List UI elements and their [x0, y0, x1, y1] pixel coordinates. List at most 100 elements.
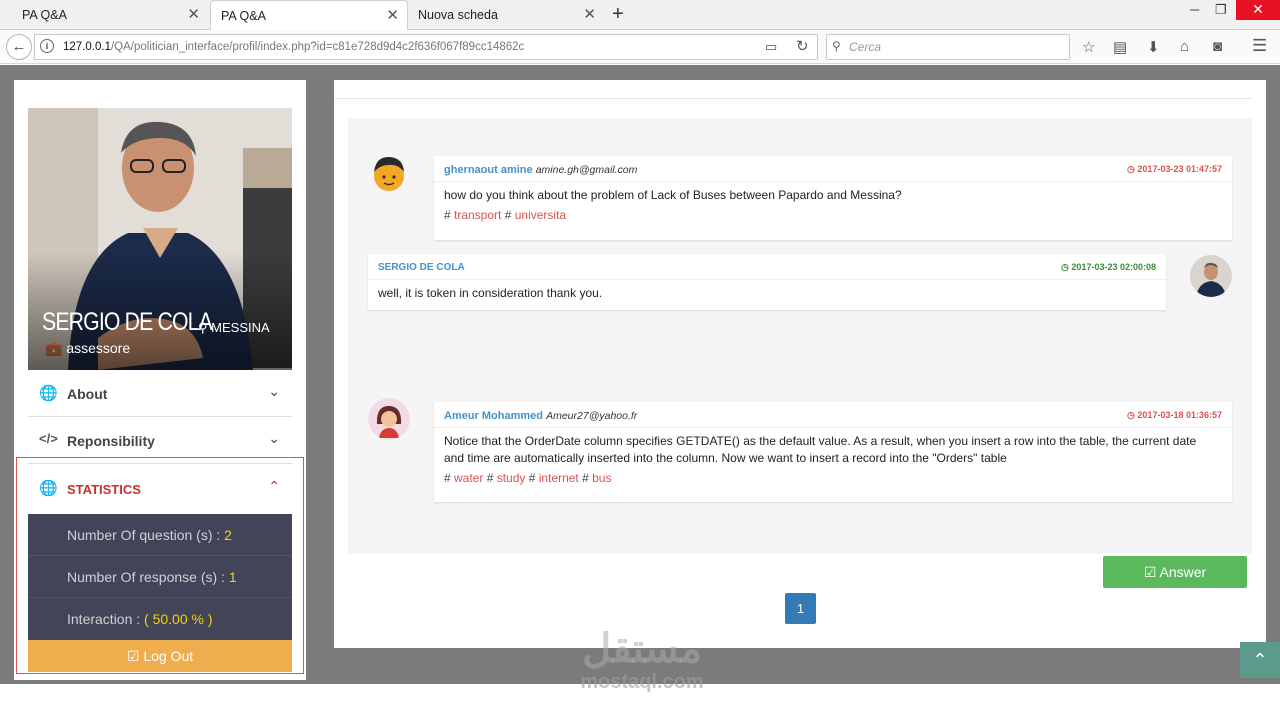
stat-interaction: Interaction : ( 50.00 % ) — [28, 598, 292, 640]
tag-link[interactable]: study — [497, 471, 526, 485]
tag-link[interactable]: universita — [515, 208, 566, 222]
accordion-about-label: About — [67, 386, 108, 402]
stat-responses-value: 1 — [228, 569, 237, 585]
reload-icon[interactable]: ↻ — [796, 37, 809, 55]
profile-role-text: assessore — [66, 340, 131, 356]
search-icon: ⚲ — [832, 39, 841, 53]
check-square-icon: ☑ — [126, 648, 140, 664]
browser-tab-1[interactable]: PA Q&A ✕ — [12, 0, 208, 30]
question-text: Notice that the OrderDate column specifi… — [444, 434, 1197, 465]
watermark-arabic: مستقل — [582, 627, 702, 671]
divider — [434, 427, 1232, 428]
answer-label: Answer — [1159, 564, 1207, 580]
tab-strip: PA Q&A ✕ PA Q&A ✕ Nuova scheda ✕ + ─ ❐ ✕ — [0, 0, 1280, 30]
question-author: ghernaout amine amine.gh@gmail.com — [444, 164, 637, 176]
question-timestamp: ◷ 2017-03-18 01:36:57 — [1127, 410, 1222, 421]
author-email: amine.gh@gmail.com — [535, 164, 638, 176]
divider — [334, 98, 1252, 99]
library-icon[interactable]: ▤ — [1113, 38, 1127, 56]
bookmark-star-icon[interactable]: ☆ — [1082, 38, 1095, 56]
question-text: how do you think about the problem of La… — [444, 188, 902, 202]
chevron-down-icon: ⌄ — [268, 383, 280, 399]
divider — [368, 279, 1166, 280]
profile-role: 💼 assessore — [45, 340, 130, 357]
tab-close-icon[interactable]: ✕ — [187, 0, 200, 30]
home-icon[interactable]: ⌂ — [1180, 38, 1189, 55]
stat-questions-label: Number Of question (s) : — [67, 527, 225, 543]
info-icon[interactable]: i — [40, 39, 54, 53]
url-bar[interactable]: 127.0.0.1/QA/politician_interface/profil… — [34, 34, 818, 60]
reader-view-icon[interactable]: ▭ — [765, 39, 777, 55]
conversation-well: ghernaout amine amine.gh@gmail.com ◷ 201… — [348, 118, 1252, 588]
stat-interaction-value: ( 50.00 % ) — [144, 611, 213, 627]
avatar-icon — [368, 398, 410, 440]
stat-questions: Number Of question (s) : 2 — [28, 514, 292, 556]
check-square-icon: ☑ — [1143, 564, 1157, 580]
search-input[interactable]: Cerca — [826, 34, 1070, 60]
user-avatar-female — [368, 398, 410, 440]
author-email: Ameur27@yahoo.fr — [546, 410, 638, 422]
stat-questions-value: 2 — [224, 527, 232, 543]
download-icon[interactable]: ⬇ — [1147, 38, 1160, 56]
menu-icon[interactable]: ☰ — [1252, 36, 1267, 56]
accordion-responsibility-label: Reponsibility — [67, 433, 155, 449]
profile-name: SERGIO DE COLA — [42, 308, 213, 336]
browser-tab-3[interactable]: Nuova scheda ✕ — [408, 0, 604, 30]
pagination-page[interactable]: 1 — [785, 593, 816, 624]
tab-close-icon[interactable]: ✕ — [386, 1, 399, 31]
avatar-icon — [374, 156, 404, 191]
code-icon: </> — [39, 431, 58, 446]
minimize-icon[interactable]: ─ — [1190, 2, 1199, 17]
author-name[interactable]: Ameur Mohammed — [444, 410, 543, 422]
profile-photo: SERGIO DE COLA ⚲ MESSINA 💼 assessore — [28, 108, 292, 370]
chevron-down-icon: ⌄ — [268, 430, 280, 446]
briefcase-icon: 💼 — [45, 340, 63, 356]
question-tags: # water # study # internet # bus — [444, 471, 612, 485]
logout-label: Log Out — [143, 648, 194, 664]
avatar-photo-icon — [1190, 255, 1232, 297]
navigation-bar: ← 127.0.0.1/QA/politician_interface/prof… — [0, 30, 1280, 64]
answer-text: well, it is token in consideration thank… — [378, 286, 603, 300]
tag-link[interactable]: internet — [539, 471, 579, 485]
question-card-2: Ameur Mohammed Ameur27@yahoo.fr ◷ 2017-0… — [434, 402, 1232, 502]
pocket-icon[interactable]: ◙ — [1213, 38, 1222, 55]
tab-close-icon[interactable]: ✕ — [583, 0, 596, 30]
question-tags: # transport # universita — [444, 208, 567, 222]
answer-timestamp: ◷ 2017-03-23 02:00:08 — [1061, 262, 1156, 273]
timestamp-text: 2017-03-18 01:36:57 — [1137, 410, 1222, 420]
user-avatar-male — [368, 152, 410, 194]
question-timestamp: ◷ 2017-03-23 01:47:57 — [1127, 164, 1222, 175]
timestamp-text: 2017-03-23 02:00:08 — [1071, 262, 1156, 272]
tag-link[interactable]: bus — [592, 471, 611, 485]
back-icon[interactable]: ← — [6, 34, 32, 60]
tag-link[interactable]: water — [454, 471, 483, 485]
logout-button[interactable]: ☑ Log Out — [28, 640, 292, 672]
profile-panel: SERGIO DE COLA ⚲ MESSINA 💼 assessore 🌐 A… — [14, 80, 306, 680]
globe-icon: 🌐 — [39, 385, 58, 402]
restore-icon[interactable]: ❐ — [1215, 2, 1227, 18]
window-close-icon[interactable]: ✕ — [1236, 0, 1280, 20]
clock-icon: ◷ — [1061, 262, 1069, 272]
clock-icon: ◷ — [1127, 410, 1135, 420]
politician-avatar — [1190, 255, 1232, 297]
answer-button[interactable]: ☑ Answer — [1103, 556, 1247, 588]
accordion-about[interactable]: 🌐 About ⌄ — [28, 371, 292, 417]
profile-location: ⚲ MESSINA — [198, 320, 270, 336]
browser-tab-2[interactable]: PA Q&A ✕ — [210, 0, 408, 30]
author-name[interactable]: ghernaout amine — [444, 164, 533, 176]
stat-interaction-label: Interaction : — [67, 611, 145, 627]
statistics-list: Number Of question (s) : 2 Number Of res… — [28, 514, 292, 640]
profile-city: MESSINA — [211, 320, 270, 335]
divider — [434, 181, 1232, 182]
tag-link[interactable]: transport — [454, 208, 501, 222]
new-tab-icon[interactable]: + — [612, 3, 624, 26]
qa-panel: ghernaout amine amine.gh@gmail.com ◷ 201… — [334, 80, 1266, 648]
search-placeholder: Cerca — [849, 40, 882, 54]
map-marker-icon: ⚲ — [198, 320, 208, 335]
stat-responses-label: Number Of response (s) : — [67, 569, 229, 585]
url-path: /QA/politician_interface/profil/index.ph… — [110, 41, 525, 53]
answer-card: SERGIO DE COLA ◷ 2017-03-23 02:00:08 wel… — [368, 254, 1166, 310]
scroll-to-top-icon[interactable]: ⌃ — [1240, 642, 1280, 678]
question-card-1: ghernaout amine amine.gh@gmail.com ◷ 201… — [434, 156, 1232, 240]
watermark-latin: mostaql.com — [580, 671, 704, 693]
